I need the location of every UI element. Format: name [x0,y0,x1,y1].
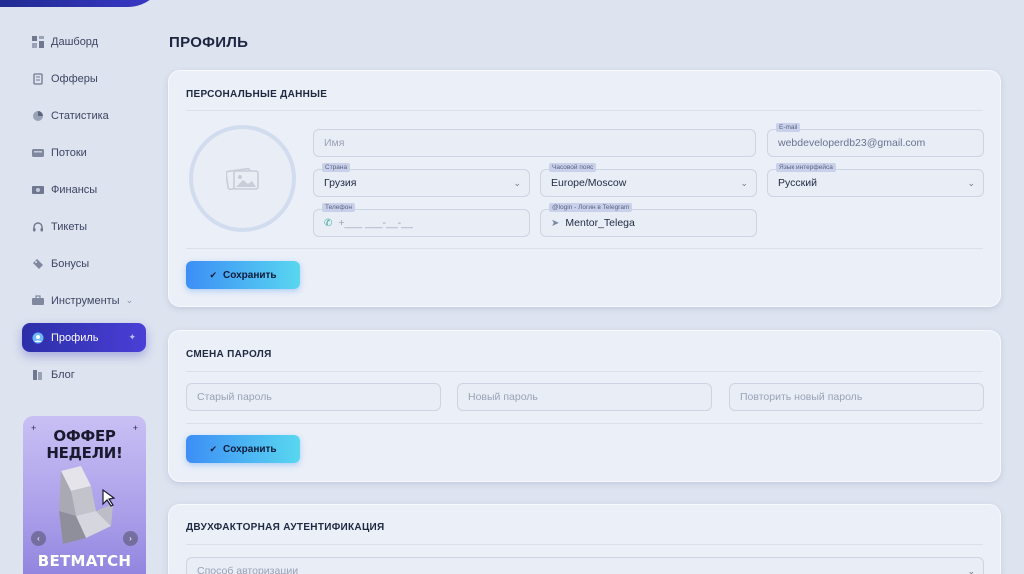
page-title: ПРОФИЛЬ [169,34,249,51]
image-placeholder-icon [225,167,259,190]
stats-icon [31,109,44,122]
betmatch-logo-graphic [59,466,116,544]
country-label: Страна [322,163,351,172]
repeat-password-field[interactable]: Повторить новый пароль [729,383,984,411]
top-brand-blob [0,0,165,7]
sparkle-icon: ✦ [128,332,136,342]
telegram-icon: ➤ [551,217,560,229]
promo-next-button[interactable]: › [123,531,138,546]
phone-label: Телефон [322,203,355,212]
telegram-field[interactable]: @login - Логин в Telegram ➤ Mentor_Teleg… [540,203,757,237]
sidebar-item-label: Тикеты [51,220,88,233]
profile-icon [31,331,44,344]
new-password-placeholder: Новый пароль [468,391,538,403]
tools-icon [31,294,44,307]
two-factor-card: ДВУХФАКТОРНАЯ АУТЕНТИФИКАЦИЯ Способ авто… [168,504,1001,574]
promo-brand: BETMATCH [37,552,132,570]
chevron-down-icon: ⌄ [967,566,975,574]
sidebar-item-dashboard[interactable]: Дашборд [22,27,146,56]
chevron-down-icon: ⌄ [967,178,975,188]
language-value: Русский [778,177,817,189]
name-placeholder: Имя [324,137,345,149]
sidebar-item-label: Инструменты [51,294,120,307]
timezone-label: Часовой пояс [549,163,597,172]
country-value: Грузия [324,177,357,189]
sidebar-item-offers[interactable]: Офферы [22,64,146,93]
card-title: СМЕНА ПАРОЛЯ [186,349,272,360]
save-personal-button[interactable]: ✔ Сохранить [186,261,300,289]
sidebar-item-blog[interactable]: Блог [22,360,146,389]
card-title: ПЕРСОНАЛЬНЫЕ ДАННЫЕ [186,89,328,100]
sidebar-item-label: Дашборд [51,35,99,48]
promo-title-line: НЕДЕЛИ! [46,444,123,462]
email-value: webdeveloperdb23@gmail.com [778,137,926,149]
avatar-upload[interactable] [189,125,296,232]
sidebar: Дашборд Офферы Статистика Потоки Финансы… [22,27,146,397]
promo-title-line: ОФФЕР [53,427,116,445]
sidebar-item-label: Статистика [51,109,109,122]
sidebar-item-tools[interactable]: Инструменты ⌄ [22,286,146,315]
new-password-field[interactable]: Новый пароль [457,383,712,411]
sidebar-item-tickets[interactable]: Тикеты [22,212,146,241]
chevron-down-icon: ⌄ [125,295,134,305]
sidebar-item-label: Бонусы [51,257,90,270]
sidebar-item-streams[interactable]: Потоки [22,138,146,167]
repeat-password-placeholder: Повторить новый пароль [740,391,863,403]
divider [186,110,983,111]
divider [186,423,983,424]
auth-method-placeholder: Способ авторизации [197,565,299,574]
sidebar-item-finance[interactable]: Финансы [22,175,146,204]
check-icon: ✔ [209,269,217,280]
card-title: ДВУХФАКТОРНАЯ АУТЕНТИФИКАЦИЯ [186,522,385,533]
name-field[interactable]: Имя [313,129,756,157]
divider [186,544,983,545]
telegram-value: Mentor_Telega [565,217,635,229]
email-label: E-mail [776,123,801,132]
streams-icon [31,146,44,159]
sidebar-item-label: Профиль [51,331,99,344]
sidebar-item-label: Офферы [51,72,98,85]
old-password-field[interactable]: Старый пароль [186,383,441,411]
timezone-select[interactable]: Часовой пояс Europe/Moscow ⌄ [540,163,757,197]
language-select[interactable]: Язык интерфейса Русский ⌄ [767,163,984,197]
timezone-value: Europe/Moscow [551,177,627,189]
password-card: СМЕНА ПАРОЛЯ Старый пароль Новый пароль … [168,330,1001,482]
sidebar-item-label: Блог [51,368,75,381]
divider [186,248,983,249]
check-icon: ✔ [209,443,217,454]
old-password-placeholder: Старый пароль [197,391,272,403]
sidebar-item-bonuses[interactable]: Бонусы [22,249,146,278]
sidebar-item-profile[interactable]: Профиль ✦ [22,323,146,352]
save-label: Сохранить [223,443,277,455]
promo-title: ОФФЕР НЕДЕЛИ! [23,428,146,462]
offers-icon [31,72,44,85]
auth-method-select[interactable]: Способ авторизации ⌄ [186,557,984,574]
promo-prev-button[interactable]: ‹ [31,531,46,546]
phone-icon: ✆ [324,217,333,229]
finance-icon [31,183,44,196]
dashboard-icon [31,35,44,48]
sidebar-item-label: Финансы [51,183,98,196]
phone-placeholder: +___ ___-__-__ [338,217,413,229]
personal-data-card: ПЕРСОНАЛЬНЫЕ ДАННЫЕ Имя E-mail webdevelo… [168,70,1001,307]
chevron-down-icon: ⌄ [740,178,748,188]
bonus-icon [31,257,44,270]
sidebar-item-stats[interactable]: Статистика [22,101,146,130]
blog-icon [31,368,44,381]
headset-icon [31,220,44,233]
email-field[interactable]: E-mail webdeveloperdb23@gmail.com [767,123,984,157]
promo-banner[interactable]: + + ОФФЕР НЕДЕЛИ! ‹ › BETMATCH [23,416,146,574]
divider [186,371,983,372]
phone-field[interactable]: Телефон ✆ +___ ___-__-__ [313,203,530,237]
telegram-label: @login - Логин в Telegram [549,203,633,212]
save-label: Сохранить [223,269,277,281]
sidebar-item-label: Потоки [51,146,87,159]
country-select[interactable]: Страна Грузия ⌄ [313,163,530,197]
language-label: Язык интерфейса [776,163,836,172]
save-password-button[interactable]: ✔ Сохранить [186,435,300,463]
chevron-down-icon: ⌄ [513,178,521,188]
